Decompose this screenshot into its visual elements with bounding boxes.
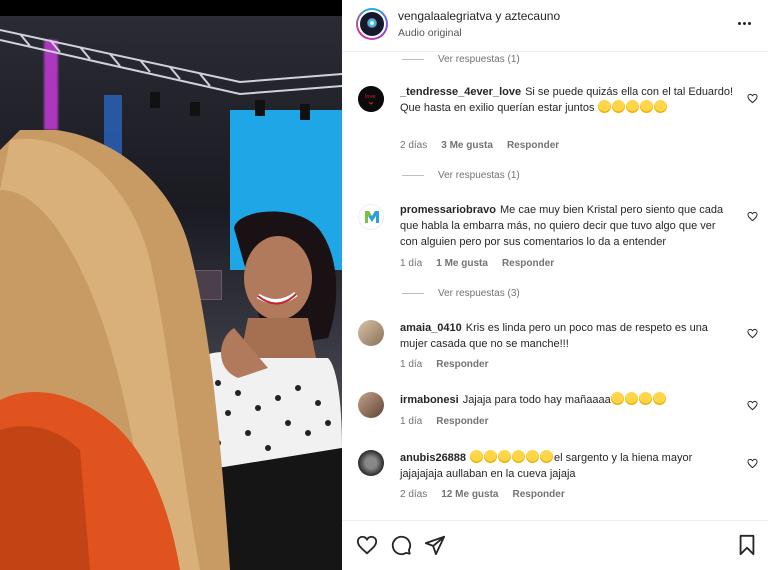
comment-username[interactable]: anubis26888 xyxy=(400,452,466,464)
divider-line xyxy=(402,292,424,294)
commenter-avatar[interactable] xyxy=(358,450,384,476)
more-horizontal-icon[interactable] xyxy=(738,16,754,25)
heart-icon[interactable] xyxy=(747,211,758,222)
instagram-post: vengalaalegriatva y aztecauno Audio orig… xyxy=(0,0,768,570)
comment-meta: 1 día 1 Me gusta Responder xyxy=(400,258,568,269)
comment-likes[interactable]: 12 Me gusta xyxy=(441,489,498,500)
comments-list[interactable]: Ver respuestas (1) love _tendresse_4ever… xyxy=(342,52,768,520)
comment-text-block: anubis26888 el sargento y la hiena mayor … xyxy=(400,450,736,482)
comment-time: 1 día xyxy=(400,258,423,269)
comment-time: 2 días xyxy=(400,140,428,151)
comment-time: 1 día xyxy=(400,359,423,370)
heart-icon[interactable] xyxy=(356,534,378,556)
comment-likes[interactable]: 3 Me gusta xyxy=(441,140,493,151)
svg-text:love: love xyxy=(365,94,375,100)
comment-icon[interactable] xyxy=(390,534,412,556)
view-replies-link[interactable]: Ver respuestas (1) xyxy=(402,54,520,65)
avatar-image xyxy=(358,10,386,38)
comment-text-block: irmabonesi Jajaja para todo hay mañaaaa xyxy=(400,392,736,408)
comment-meta: 2 días 12 Me gusta Responder xyxy=(400,489,579,500)
reply-button[interactable]: Responder xyxy=(436,416,488,427)
reply-button[interactable]: Responder xyxy=(507,140,559,151)
commenter-avatar[interactable] xyxy=(358,320,384,346)
comment-meta: 1 día Responder xyxy=(400,416,502,427)
comment-meta: 2 días 3 Me gusta Responder xyxy=(400,140,573,151)
commenter-avatar[interactable]: love xyxy=(358,86,384,112)
post-header: vengalaalegriatva y aztecauno Audio orig… xyxy=(342,0,768,52)
comment-text-block: amaia_0410 Kris es linda pero un poco mas… xyxy=(400,320,736,352)
reply-button[interactable]: Responder xyxy=(513,489,565,500)
comment-time: 1 día xyxy=(400,416,423,427)
heart-icon[interactable] xyxy=(747,400,758,411)
commenter-avatar[interactable] xyxy=(358,392,384,418)
comment-text: Jajaja para todo hay mañaaaa xyxy=(462,394,611,406)
avatar-image xyxy=(365,211,379,223)
paper-plane-icon[interactable] xyxy=(424,534,446,556)
audio-label[interactable]: Audio original xyxy=(398,27,462,39)
view-replies-label: Ver respuestas (1) xyxy=(438,170,520,181)
comment-text-block: promessariobravo Me cae muy bien Kristal … xyxy=(400,202,736,250)
comment-username[interactable]: amaia_0410 xyxy=(400,322,462,334)
view-replies-label: Ver respuestas (1) xyxy=(438,54,520,65)
comment-meta: 1 día Responder xyxy=(400,359,502,370)
commenter-avatar[interactable] xyxy=(358,204,384,230)
view-replies-label: Ver respuestas (3) xyxy=(438,288,520,299)
post-author-names[interactable]: vengalaalegriatva y aztecauno xyxy=(398,9,560,23)
laughing-emoji-icon xyxy=(470,450,554,464)
account-avatar[interactable] xyxy=(356,8,388,40)
view-replies-link[interactable]: Ver respuestas (3) xyxy=(402,288,520,299)
heart-icon[interactable] xyxy=(747,328,758,339)
comment-text-block: _tendresse_4ever_love Si se puede quizás … xyxy=(400,84,736,116)
media-top-bar xyxy=(0,0,342,16)
post-actions-bar xyxy=(342,520,768,570)
stage-truss xyxy=(0,29,342,120)
comment-time: 2 días xyxy=(400,489,428,500)
post-media[interactable] xyxy=(0,0,342,570)
reply-button[interactable]: Responder xyxy=(436,359,488,370)
heart-icon[interactable] xyxy=(747,458,758,469)
avatar-image: love xyxy=(358,86,384,112)
post-side-panel: vengalaalegriatva y aztecauno Audio orig… xyxy=(342,0,768,570)
bookmark-icon[interactable] xyxy=(736,534,758,556)
woman-orange-outfit xyxy=(0,130,230,570)
laughing-emoji-icon xyxy=(597,100,668,114)
comment-username[interactable]: promessariobravo xyxy=(400,204,496,216)
laughing-emoji-icon xyxy=(610,392,667,406)
view-replies-link[interactable]: Ver respuestas (1) xyxy=(402,170,520,181)
comment-username[interactable]: irmabonesi xyxy=(400,394,459,406)
divider-line xyxy=(402,58,424,60)
comment-username[interactable]: _tendresse_4ever_love xyxy=(400,86,521,98)
heart-icon[interactable] xyxy=(747,93,758,104)
divider-line xyxy=(402,174,424,176)
comment-likes[interactable]: 1 Me gusta xyxy=(436,258,488,269)
reply-button[interactable]: Responder xyxy=(502,258,554,269)
